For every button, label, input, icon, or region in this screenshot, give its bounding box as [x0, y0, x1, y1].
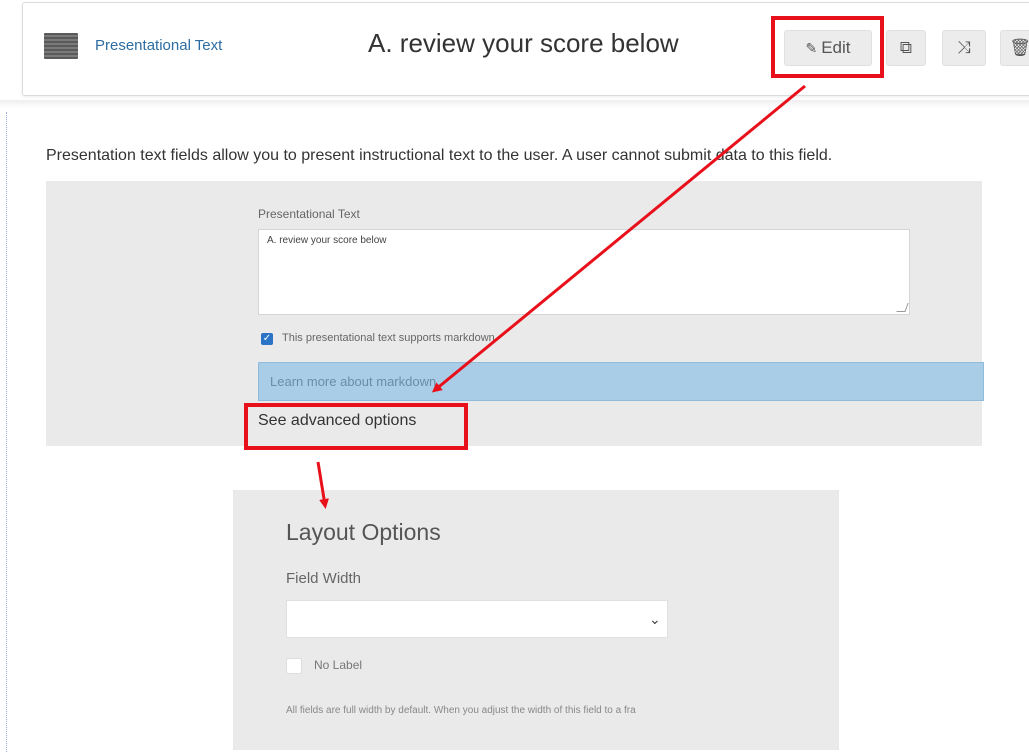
learn-markdown-link[interactable]: Learn more about markdown: [270, 374, 436, 389]
markdown-checkbox[interactable]: ✓: [261, 333, 273, 345]
trash-icon: 🗑: [1009, 38, 1029, 57]
presentational-text-input[interactable]: A. review your score below: [258, 229, 910, 315]
field-width-label: Field Width: [286, 570, 362, 587]
markdown-checkbox-label: This presentational text supports markdo…: [282, 332, 495, 344]
edit-button-label: Edit: [821, 38, 851, 57]
no-label-text: No Label: [314, 658, 363, 672]
edit-button[interactable]: ✎ Edit: [784, 30, 872, 66]
advanced-options-link[interactable]: See advanced options: [258, 412, 416, 430]
header-separator: [0, 100, 1029, 108]
field-width-help: All fields are full width by default. Wh…: [286, 705, 636, 716]
field-type-icon: [44, 33, 78, 59]
presentational-text-label: Presentational Text: [258, 207, 360, 221]
layout-options-title: Layout Options: [286, 519, 441, 545]
field-type-link[interactable]: Presentational Text: [95, 37, 222, 54]
shuffle-icon: ⤨: [957, 38, 971, 57]
field-width-select[interactable]: [286, 600, 668, 638]
copy-button[interactable]: ⧉: [886, 30, 926, 66]
shuffle-button[interactable]: ⤨: [942, 30, 986, 66]
delete-button[interactable]: 🗑: [1000, 30, 1029, 66]
copy-icon: ⧉: [899, 38, 913, 57]
field-title: A. review your score below: [368, 28, 679, 58]
edit-icon: ✎: [805, 39, 818, 56]
chevron-down-icon[interactable]: ⌄: [649, 611, 661, 628]
field-description: Presentation text fields allow you to pr…: [46, 147, 833, 164]
no-label-checkbox[interactable]: [286, 658, 302, 674]
panel-left-border: [6, 112, 7, 752]
